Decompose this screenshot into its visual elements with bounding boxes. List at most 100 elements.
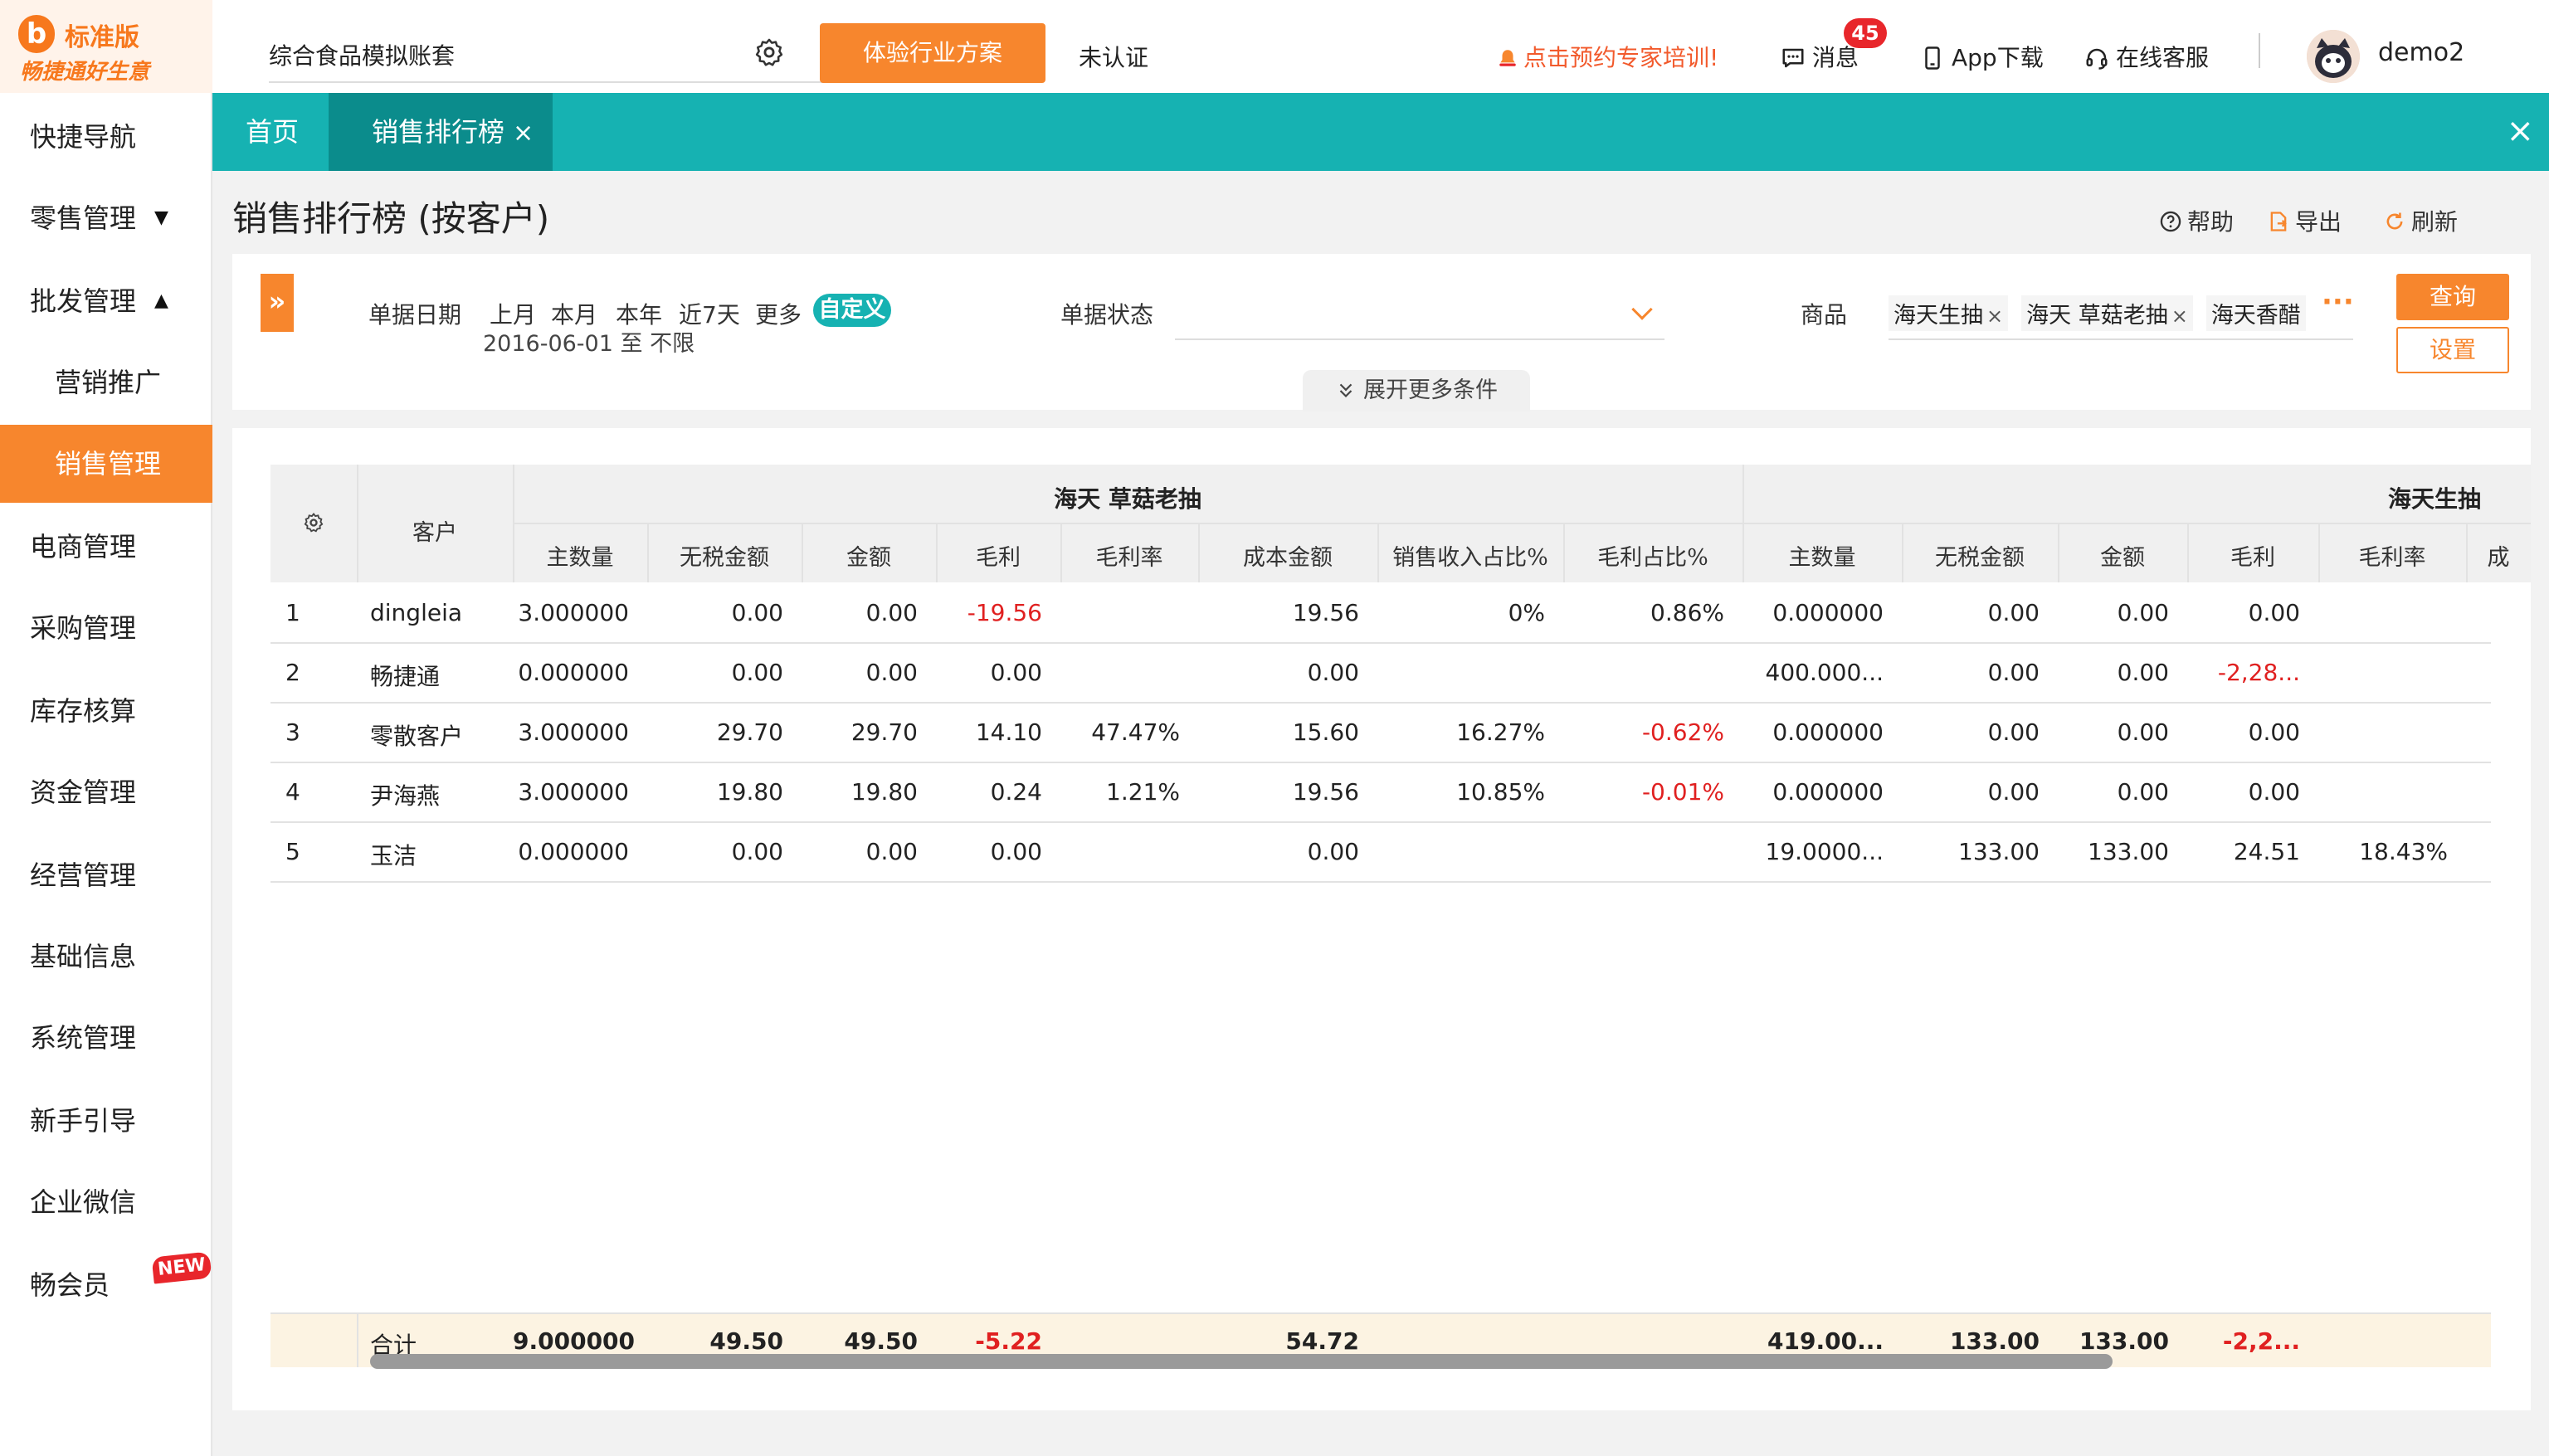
product-chip[interactable]: 海天生抽 × bbox=[1889, 295, 2009, 331]
table-cell: 0.00 bbox=[2117, 718, 2169, 746]
sidebar-item-retail[interactable]: 零售管理 ▼ bbox=[0, 179, 212, 257]
messages-button[interactable]: 消息 bbox=[1781, 40, 1859, 73]
refresh-button[interactable]: 刷新 bbox=[2383, 204, 2458, 237]
column-header[interactable]: 毛利占比% bbox=[1563, 539, 1742, 572]
table-cell: 0% bbox=[1508, 599, 1545, 626]
table-cell: -2,28... bbox=[2217, 659, 2300, 686]
sidebar-item-quick-nav[interactable]: 快捷导航 bbox=[0, 98, 212, 176]
expand-more-conditions[interactable]: 展开更多条件 bbox=[1303, 370, 1530, 411]
table-cell: 0.00 bbox=[865, 599, 918, 626]
header-vline bbox=[802, 523, 803, 582]
table-cell: 0.00 bbox=[2117, 659, 2169, 686]
settings-button[interactable]: 设置 bbox=[2396, 327, 2509, 373]
header-vline bbox=[936, 523, 938, 582]
sidebar-item-marketing[interactable]: 营销推广 bbox=[0, 343, 212, 421]
table-cell: 29.70 bbox=[716, 718, 783, 746]
sidebar-item-guide[interactable]: 新手引导 bbox=[0, 1082, 212, 1160]
column-header[interactable]: 销售收入占比% bbox=[1377, 539, 1563, 572]
export-button[interactable]: 导出 bbox=[2267, 204, 2342, 237]
sidebar-item-inventory[interactable]: 库存核算 bbox=[0, 672, 212, 750]
trial-industry-button[interactable]: 体验行业方案 bbox=[820, 23, 1045, 83]
column-header[interactable]: 无税金额 bbox=[1902, 539, 2058, 572]
product-chip[interactable]: 海天 草菇老抽 × bbox=[2021, 295, 2193, 331]
column-header[interactable]: 成 bbox=[2466, 539, 2531, 572]
online-service-button[interactable]: 在线客服 bbox=[2084, 40, 2209, 73]
column-header[interactable]: 金额 bbox=[802, 539, 936, 572]
header-vline bbox=[1060, 523, 1062, 582]
caret-down-icon: ▼ bbox=[154, 207, 168, 228]
column-header-customer[interactable]: 客户 bbox=[357, 514, 513, 547]
tab-sales-ranking[interactable]: 销售排行榜 × bbox=[329, 93, 553, 171]
filter-panel: » 单据日期 上月 本月 本年 近7天 更多 自定义 2016-06-01 至 … bbox=[232, 254, 2531, 411]
sidebar-item-wholesale[interactable]: 批发管理 ▲ bbox=[0, 262, 212, 340]
avatar[interactable] bbox=[2307, 30, 2360, 83]
help-button[interactable]: 帮助 bbox=[2159, 204, 2234, 237]
expand-panel-icon[interactable]: » bbox=[261, 274, 294, 332]
sidebar-item-sales[interactable]: 销售管理 bbox=[0, 425, 212, 503]
sidebar-item-wecom[interactable]: 企业微信 bbox=[0, 1163, 212, 1241]
sidebar-item-funds[interactable]: 资金管理 bbox=[0, 753, 212, 831]
column-settings-icon[interactable] bbox=[302, 511, 325, 534]
table-cell: 19.80 bbox=[850, 778, 918, 806]
header-vline bbox=[513, 465, 514, 582]
product-multiselect[interactable]: 海天生抽 × 海天 草菇老抽 × 海天香醋 bbox=[1889, 284, 2353, 340]
product-chip-label: 海天香醋 bbox=[2210, 303, 2301, 329]
product-chip[interactable]: 海天香醋 bbox=[2205, 295, 2306, 331]
sidebar-item-basic-info[interactable]: 基础信息 bbox=[0, 918, 212, 996]
account-select-value: 综合食品模拟账套 bbox=[269, 42, 456, 70]
header-vline bbox=[1563, 523, 1565, 582]
new-badge: NEW bbox=[151, 1251, 212, 1284]
close-icon[interactable]: × bbox=[513, 119, 534, 148]
column-header[interactable]: 毛利 bbox=[2187, 539, 2318, 572]
brand-logo[interactable]: b 标准版 畅捷通好生意 bbox=[0, 0, 212, 93]
sidebar-item-ecommerce[interactable]: 电商管理 bbox=[0, 508, 212, 586]
horizontal-scrollbar[interactable] bbox=[370, 1354, 2113, 1369]
column-header[interactable]: 主数量 bbox=[513, 539, 647, 572]
column-header[interactable]: 金额 bbox=[2058, 539, 2187, 572]
table-cell: 3.000000 bbox=[518, 778, 629, 806]
sidebar-item-purchase[interactable]: 采购管理 bbox=[0, 589, 212, 667]
column-header[interactable]: 无税金额 bbox=[647, 539, 802, 572]
table-cell: -19.56 bbox=[967, 599, 1042, 626]
table-cell: 0.00 bbox=[2248, 718, 2300, 746]
column-header[interactable]: 毛利率 bbox=[1060, 539, 1198, 572]
gear-icon[interactable] bbox=[753, 37, 785, 68]
row-divider bbox=[270, 881, 2491, 883]
sidebar-item-operations[interactable]: 经营管理 bbox=[0, 836, 212, 914]
verify-status[interactable]: 未认证 bbox=[1079, 40, 1148, 73]
sidebar-item-label: 库存核算 bbox=[30, 695, 137, 727]
total-cell: 9.000000 bbox=[513, 1327, 636, 1355]
top-header: 综合食品模拟账套 体验行业方案 未认证 点击预约专家培训! 消息 45 App下… bbox=[212, 0, 2549, 93]
tab-home[interactable]: 首页 bbox=[246, 93, 299, 171]
column-header[interactable]: 主数量 bbox=[1742, 539, 1902, 572]
sidebar-item-label: 电商管理 bbox=[30, 531, 137, 562]
username[interactable]: demo2 bbox=[2378, 38, 2464, 67]
date-range-value[interactable]: 2016-06-01 至 不限 bbox=[483, 325, 695, 358]
column-header[interactable]: 毛利率 bbox=[2318, 539, 2466, 572]
column-header[interactable]: 成本金额 bbox=[1198, 539, 1377, 572]
logo-edition: 标准版 bbox=[65, 23, 139, 52]
table-cell: -0.62% bbox=[1641, 718, 1724, 746]
query-button[interactable]: 查询 bbox=[2396, 274, 2509, 320]
table-cell: 24.51 bbox=[2233, 838, 2300, 865]
sidebar-item-membership[interactable]: 畅会员 NEW bbox=[0, 1246, 212, 1324]
app-download-button[interactable]: App下载 bbox=[1920, 40, 2044, 73]
sidebar-item-label: 资金管理 bbox=[30, 777, 137, 808]
quick-date-more[interactable]: 更多 bbox=[755, 297, 802, 330]
table-cell: 0.000000 bbox=[518, 659, 629, 686]
sidebar-item-system[interactable]: 系统管理 bbox=[0, 999, 212, 1077]
chip-remove-icon[interactable]: × bbox=[2171, 304, 2188, 328]
messages-label: 消息 bbox=[1812, 44, 1859, 71]
total-cell: -2,2... bbox=[2222, 1327, 2300, 1355]
more-products-icon[interactable]: ··· bbox=[2322, 285, 2354, 319]
quick-date-custom[interactable]: 自定义 bbox=[813, 294, 891, 327]
status-select[interactable] bbox=[1175, 294, 1664, 340]
table-cell: 19.80 bbox=[716, 778, 783, 806]
close-all-tabs-icon[interactable]: × bbox=[2506, 114, 2534, 148]
column-header[interactable]: 毛利 bbox=[936, 539, 1060, 572]
expert-training-link[interactable]: 点击预约专家培训! bbox=[1497, 40, 1718, 73]
table-cell: 14.10 bbox=[975, 718, 1042, 746]
page-title: 销售排行榜 (按客户) bbox=[232, 198, 550, 239]
table-cell: 3.000000 bbox=[518, 599, 629, 626]
chip-remove-icon[interactable]: × bbox=[1986, 304, 2003, 328]
